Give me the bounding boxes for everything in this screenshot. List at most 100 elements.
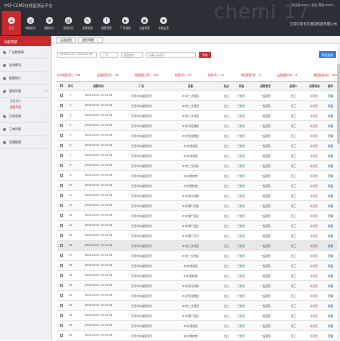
table-row[interactable]: 14 2018-04-07 10:24:09 天津中海油服化剂 #3炉烟气湿度 出口 已处… [57,221,337,231]
table-row[interactable]: 16 2018-04-07 10:24:09 天津中海油服化剂 #1炉二次风量 出口 已处… [57,241,337,251]
table-row[interactable]: 1 2018-04-07 10:24:09 天津中海油服化剂 #1炉二次风量 出口 已处理… [57,91,337,101]
select-all-checkbox[interactable] [60,84,63,88]
row-checkbox[interactable] [60,303,63,307]
table-row[interactable]: 2 2018-04-07 10:24:09 天津中海油服化剂 #2炉二次风量 出口 已处理… [57,101,337,111]
table-row[interactable]: 8 2018-04-07 10:24:09 天津中海油服化剂 #3炉二氧化硫 出口 已处理… [57,161,337,171]
table-row[interactable]: 3 2018-04-07 10:24:09 天津中海油服化剂 #3炉二次风量 出口 已处理… [57,111,337,121]
nav-item-1[interactable]: ◎ 地图总览 [21,11,40,35]
cell-action[interactable]: 查看 [323,334,337,338]
cell-action[interactable]: 查看 [323,224,337,228]
cell-action[interactable]: 查看 [323,94,337,98]
cell-action[interactable]: 查看 [323,324,337,328]
cell-action[interactable]: 查看 [323,314,337,318]
nav-item-8[interactable]: ✱ 系统设置 [154,11,173,35]
cell-action[interactable]: 查看 [323,194,337,198]
row-checkbox[interactable] [60,123,63,127]
row-checkbox[interactable] [60,213,63,217]
row-checkbox[interactable] [60,313,63,317]
row-checkbox[interactable] [60,133,63,137]
row-checkbox[interactable] [60,173,63,177]
date-range-input[interactable]: 2018-04-01~2018-04-08 [57,51,97,58]
row-checkbox[interactable] [60,153,63,157]
stat-1[interactable]: 设备报警(条)：56 [97,73,119,77]
cell-action[interactable]: 查看 [323,234,337,238]
cell-action[interactable]: 查看 [323,274,337,278]
alarm-type-select[interactable]: 报警类型 [121,51,143,58]
cell-action[interactable]: 查看 [323,174,337,178]
table-row[interactable]: 22 2018-04-07 10:24:09 天津中海油服化剂 #2炉二次风量 出口 已处… [57,301,337,311]
row-checkbox[interactable] [60,233,63,237]
search-button[interactable]: 查询 [199,51,211,58]
row-checkbox[interactable] [60,163,63,167]
table-row[interactable]: 24 2018-04-07 10:24:09 天津中海油服化剂 #1炉排放量 出口 已处理… [57,321,337,331]
tab-0[interactable]: 设备报警 [56,36,77,43]
table-row[interactable]: 12 2018-04-07 10:24:09 天津中海油服化剂 #3炉烟气流速 出口 已处… [57,201,337,211]
stat-4[interactable]: 恒值(条)：11 [208,73,224,77]
nav-item-5[interactable]: ! 报警管理 [97,11,116,35]
row-checkbox[interactable] [60,273,63,277]
sidebar-group-2[interactable]: 数据统计 › [0,72,51,85]
row-checkbox[interactable] [60,203,63,207]
sidebar-group-0[interactable]: 厂址数据库 › [0,46,51,59]
row-checkbox[interactable] [60,293,63,297]
table-row[interactable]: 10 2018-04-07 10:24:09 天津中海油服化剂 #2炉颗粒物 出口 已处理… [57,181,337,191]
cell-action[interactable]: 查看 [323,264,337,268]
user-info[interactable]: 欢迎您 admin 退出 帮助 200% [291,3,334,7]
stat-5[interactable]: 零值报警(条)：0 [241,73,261,77]
cell-action[interactable]: 查看 [323,304,337,308]
cell-action[interactable]: 查看 [323,164,337,168]
column-header[interactable] [57,84,65,88]
factory-select[interactable]: 厂址 [100,51,118,58]
stat-0[interactable]: 共计报警(条)：738 [57,73,80,77]
row-checkbox[interactable] [60,183,63,187]
tab-1[interactable]: 报警明细 × [78,36,103,43]
sidebar-group-6[interactable]: 基础数据 › [0,136,51,149]
row-checkbox[interactable] [60,263,63,267]
stat-3[interactable]: 超量(条)：15 [175,73,191,77]
table-row[interactable]: 15 2018-04-07 10:24:09 天津中海油服化剂 #1炉烟气压力 出口 已处… [57,231,337,241]
cell-action[interactable]: 查看 [323,294,337,298]
sidebar-group-5[interactable]: 工单管理 › [0,123,51,136]
sidebar-group-4[interactable]: 日常运维 › [0,110,51,123]
cell-action[interactable]: 查看 [323,154,337,158]
table-row[interactable]: 20 2018-04-07 10:24:09 天津中海油服化剂 #3炉氮氧化物 出口 已处… [57,281,337,291]
cell-action[interactable]: 查看 [323,204,337,208]
close-icon[interactable]: × [96,38,99,42]
row-checkbox[interactable] [60,243,63,247]
row-checkbox[interactable] [60,333,63,337]
table-row[interactable]: 13 2018-04-07 10:24:09 天津中海油服化剂 #1炉烟气温度 出口 已处… [57,211,337,221]
cell-action[interactable]: 查看 [323,244,337,248]
cell-action[interactable]: 查看 [323,184,337,188]
table-row[interactable]: 18 2018-04-07 10:24:09 天津中海油服化剂 #2炉排放量 出口 已处理… [57,261,337,271]
table-row[interactable]: 6 2018-04-07 10:24:09 天津中海油服化剂 #1炉排放量 出口 已处理 一… [57,141,337,151]
cell-action[interactable]: 查看 [323,104,337,108]
table-row[interactable]: 17 2018-04-07 10:24:09 天津中海油服化剂 #3炉二氧化硫 出口 已处… [57,251,337,261]
sidebar-group-1[interactable]: 监测概况 › [0,59,51,72]
stat-2[interactable]: 数据超标(条)：233 [135,73,158,77]
table-row[interactable]: 19 2018-04-07 10:24:09 天津中海油服化剂 #1炉颗粒物 出口 已处理… [57,271,337,281]
table-row[interactable]: 21 2018-04-07 10:24:09 天津中海油服化剂 #1炉流量数据 出口 已处… [57,291,337,301]
cell-action[interactable]: 查看 [323,284,337,288]
export-button[interactable]: 导出表格 [318,51,336,58]
row-checkbox[interactable] [60,253,63,257]
nav-item-0[interactable]: ⌂ 首页 [2,11,21,35]
row-checkbox[interactable] [60,193,63,197]
table-row[interactable]: 7 2018-04-07 10:24:09 天津中海油服化剂 #2炉排放量 出口 已处理 一… [57,151,337,161]
nav-item-3[interactable]: ▤ 监测分析 [59,11,78,35]
table-row[interactable]: 9 2018-04-07 10:24:09 天津中海油服化剂 #1炉颗粒物 出口 已处理 一… [57,171,337,181]
stat-6[interactable]: 设备故障(条)：8 [277,73,297,77]
nav-item-6[interactable]: ▶ 厂区视频 [116,11,135,35]
table-row[interactable]: 23 2018-04-07 10:24:09 天津中海油服化剂 #1炉烟气温度 出口 已处… [57,311,337,321]
stat-7[interactable]: 数据缺失(条)：415 [314,73,337,77]
search-input[interactable]: 请输入关键字 [146,51,196,58]
row-checkbox[interactable] [60,223,63,227]
cell-action[interactable]: 查看 [323,144,337,148]
row-checkbox[interactable] [60,113,63,117]
cell-action[interactable]: 查看 [323,214,337,218]
nav-item-7[interactable]: ▣ 设备管理 [135,11,154,35]
table-row[interactable]: 5 2018-04-07 10:24:09 天津中海油服化剂 #2炉流量数据 出口 已处理… [57,131,337,141]
table-row[interactable]: 4 2018-04-07 10:24:09 天津中海油服化剂 #1炉流量数据 出口 已处理… [57,121,337,131]
row-checkbox[interactable] [60,143,63,147]
nav-item-4[interactable]: ✎ 运维管理 [78,11,97,35]
cell-action[interactable]: 查看 [323,134,337,138]
